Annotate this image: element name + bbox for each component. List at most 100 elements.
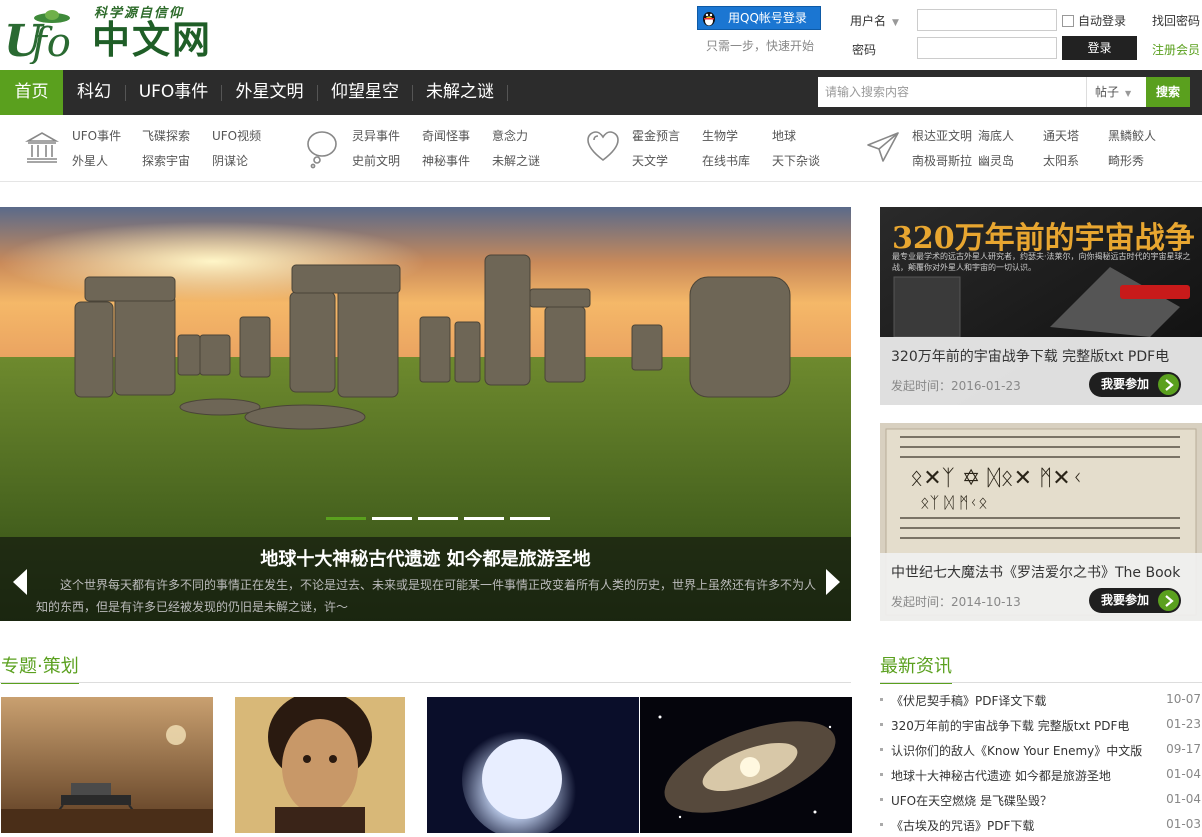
news-title[interactable]: 地球十大神秘古代遗迹 如今都是旅游圣地 xyxy=(891,767,1111,784)
username-label-dropdown[interactable]: 用户名 ▼ xyxy=(850,12,899,29)
promo-title[interactable]: 中世纪七大魔法书《罗洁爱尔之书》The Book xyxy=(891,562,1191,582)
category-link[interactable]: 探索宇宙 xyxy=(142,152,190,169)
news-item[interactable]: UFO在天空燃烧 是飞碟坠毁？ 01-04 xyxy=(880,792,1202,812)
category-link[interactable]: 灵异事件 xyxy=(352,127,400,144)
join-button[interactable]: 我要参加 xyxy=(1089,372,1181,397)
bullet-icon xyxy=(880,698,883,701)
category-link[interactable]: 生物学 xyxy=(702,127,738,144)
category-link[interactable]: 黑鳞鲛人 xyxy=(1108,127,1156,144)
promo-caption: 320万年前的宇宙战争下载 完整版txt PDF电 发起时间：2016-01-2… xyxy=(880,337,1202,405)
category-link[interactable]: 霍金预言 xyxy=(632,127,680,144)
register-link[interactable]: 注册会员 xyxy=(1152,41,1200,58)
category-link[interactable]: 阴谋论 xyxy=(212,152,248,169)
category-link[interactable]: 神秘事件 xyxy=(422,152,470,169)
category-link[interactable]: UFO视频 xyxy=(212,127,261,144)
nav-home[interactable]: 首页 xyxy=(0,70,63,115)
promo-title[interactable]: 320万年前的宇宙战争下载 完整版txt PDF电 xyxy=(891,346,1191,366)
category-link[interactable]: 海底人 xyxy=(978,127,1014,144)
section-title-news[interactable]: 最新资讯 xyxy=(880,652,952,684)
username-input[interactable] xyxy=(917,9,1057,31)
category-link[interactable]: 地球 xyxy=(772,127,796,144)
promo-card[interactable]: ᛟ✕ᛉ ✡ ᛞᛟ✕ ᛗ✕ᚲ ᛟᛉ ᛞ ᛗᚲᛟ 中世纪七大魔法书《罗洁爱尔之书》T… xyxy=(880,423,1202,621)
category-link[interactable]: 外星人 xyxy=(72,152,108,169)
checkbox-icon[interactable] xyxy=(1062,14,1074,27)
category-bar: UFO事件 飞碟探索 UFO视频 外星人 探索宇宙 阴谋论 灵异事件 奇闻怪事 … xyxy=(0,115,1202,182)
topic-thumbnail[interactable] xyxy=(640,697,852,833)
bullet-icon xyxy=(880,798,883,801)
news-item[interactable]: 认识你们的敌人《Know Your Enemy》中文版 09-17 xyxy=(880,742,1202,762)
topic-thumbnail[interactable] xyxy=(427,697,639,833)
category-link[interactable]: 太阳系 xyxy=(1043,152,1079,169)
slider-dot[interactable] xyxy=(418,517,458,520)
topic-thumbnail[interactable] xyxy=(1,697,213,833)
category-link[interactable]: UFO事件 xyxy=(72,127,121,144)
logo-name[interactable]: 中文网 xyxy=(92,18,212,62)
topic-thumbnail[interactable] xyxy=(235,697,405,833)
slider-dot[interactable] xyxy=(372,517,412,520)
slider-dot[interactable] xyxy=(464,517,504,520)
news-title[interactable]: UFO在天空燃烧 是飞碟坠毁？ xyxy=(891,792,1052,809)
nav-stargazing[interactable]: 仰望星空 xyxy=(318,70,412,115)
bullet-icon xyxy=(880,773,883,776)
search-type-select[interactable]: 帖子 ▼ xyxy=(1086,77,1146,107)
join-button[interactable]: 我要参加 xyxy=(1089,588,1181,613)
category-link[interactable]: 南极哥斯拉 xyxy=(912,152,972,169)
svg-text:ᛟ✕ᛉ ✡ ᛞᛟ✕ ᛗ✕ᚲ: ᛟ✕ᛉ ✡ ᛞᛟ✕ ᛗ✕ᚲ xyxy=(910,466,1084,491)
news-date: 01-03 xyxy=(1166,817,1201,831)
category-link[interactable]: 在线书库 xyxy=(702,152,750,169)
section-title-topics[interactable]: 专题·策划 xyxy=(1,652,79,684)
category-link[interactable]: 飞碟探索 xyxy=(142,127,190,144)
category-link[interactable]: 畸形秀 xyxy=(1108,152,1144,169)
nav-divider xyxy=(507,85,508,101)
svg-text:fo: fo xyxy=(29,20,71,64)
nav-mysteries[interactable]: 未解之谜 xyxy=(413,70,507,115)
search-type-value: 帖子 xyxy=(1095,85,1120,99)
news-title[interactable]: 认识你们的敌人《Know Your Enemy》中文版 xyxy=(891,742,1142,759)
auto-login-label: 自动登录 xyxy=(1078,14,1127,28)
nav-ufo-events[interactable]: UFO事件 xyxy=(126,70,221,115)
qq-login-button[interactable]: 用QQ帐号登录 xyxy=(697,6,821,30)
nav-scifi[interactable]: 科幻 xyxy=(63,70,125,115)
search-input[interactable]: 请输入搜索内容 xyxy=(818,77,1086,107)
category-link[interactable]: 幽灵岛 xyxy=(978,152,1014,169)
news-title[interactable]: 320万年前的宇宙战争下载 完整版txt PDF电 xyxy=(891,717,1129,734)
section-divider xyxy=(0,682,851,683)
category-link[interactable]: 未解之谜 xyxy=(492,152,540,169)
logo-ufo-mark[interactable]: U fo xyxy=(2,4,84,67)
news-title[interactable]: 《伏尼契手稿》PDF译文下载 xyxy=(891,692,1046,709)
category-link[interactable]: 通天塔 xyxy=(1043,127,1079,144)
login-button[interactable]: 登录 xyxy=(1062,36,1137,60)
caret-down-icon: ▼ xyxy=(892,18,899,28)
hero-slider[interactable]: 地球十大神秘古代遗迹 如今都是旅游圣地 这个世界每天都有许多不同的事情正在发生，… xyxy=(0,207,851,621)
slider-dot[interactable] xyxy=(510,517,550,520)
slider-dot-active[interactable] xyxy=(326,517,366,520)
chevron-right-icon xyxy=(1158,590,1179,611)
join-label: 我要参加 xyxy=(1101,377,1150,391)
promo-card[interactable]: 320万年前的宇宙战争 最专业最学术的远古外星人研究者，约瑟夫·法莱尔，向你揭秘… xyxy=(880,207,1202,405)
news-item[interactable]: 《古埃及的咒语》PDF下载 01-03 xyxy=(880,817,1202,837)
promo-date: 发起时间：2014-10-13 xyxy=(891,595,1021,609)
news-item[interactable]: 320万年前的宇宙战争下载 完整版txt PDF电 01-23 xyxy=(880,717,1202,737)
auto-login-checkbox[interactable]: 自动登录 xyxy=(1062,12,1126,29)
password-input[interactable] xyxy=(917,37,1057,59)
category-link[interactable]: 天下杂谈 xyxy=(772,152,820,169)
category-link[interactable]: 奇闻怪事 xyxy=(422,127,470,144)
forgot-password-link[interactable]: 找回密码 xyxy=(1152,12,1200,29)
category-link[interactable]: 根达亚文明 xyxy=(912,127,972,144)
news-date: 01-04 xyxy=(1166,792,1201,806)
chevron-right-icon[interactable] xyxy=(823,567,843,597)
category-link[interactable]: 意念力 xyxy=(492,127,528,144)
category-link[interactable]: 史前文明 xyxy=(352,152,400,169)
join-label: 我要参加 xyxy=(1101,593,1150,607)
news-title[interactable]: 《古埃及的咒语》PDF下载 xyxy=(891,817,1034,834)
category-link[interactable]: 天文学 xyxy=(632,152,668,169)
hero-title[interactable]: 地球十大神秘古代遗迹 如今都是旅游圣地 xyxy=(0,545,851,571)
news-item[interactable]: 《伏尼契手稿》PDF译文下载 10-07 xyxy=(880,692,1202,712)
news-item[interactable]: 地球十大神秘古代遗迹 如今都是旅游圣地 01-04 xyxy=(880,767,1202,787)
section-divider xyxy=(880,682,1202,683)
main-nav: 首页 科幻 UFO事件 外星文明 仰望星空 未解之谜 请输入搜索内容 帖子 ▼ 搜… xyxy=(0,70,1202,115)
search-button[interactable]: 搜索 xyxy=(1146,77,1190,107)
qq-login-label: 用QQ帐号登录 xyxy=(728,11,807,25)
nav-alien-civilization[interactable]: 外星文明 xyxy=(222,70,317,115)
chevron-left-icon[interactable] xyxy=(10,567,30,597)
